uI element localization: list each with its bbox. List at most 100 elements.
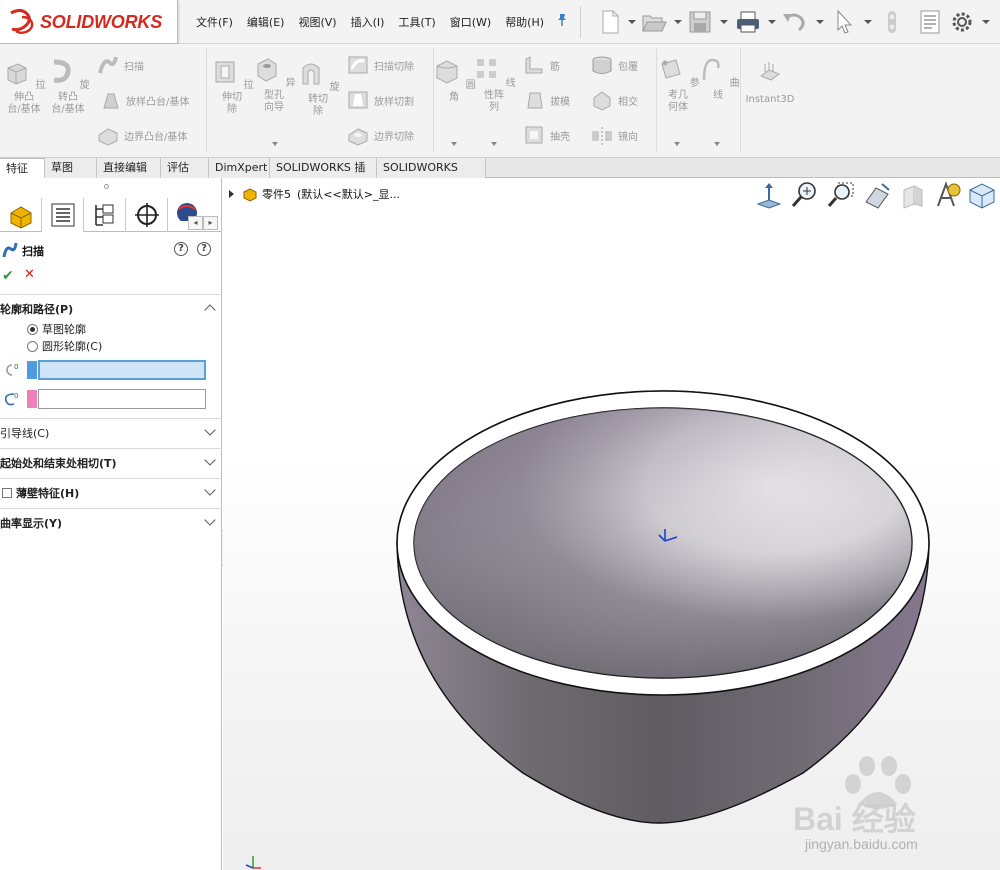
section-view-icon[interactable] [898,180,928,210]
radio-unselected-icon[interactable] [27,340,38,352]
solidworks-logo[interactable]: SOLIDWORKS [0,0,178,44]
menu-insert[interactable]: 插入(I) [351,14,385,30]
tab-sketch[interactable]: 草图 [45,158,97,178]
help-icon[interactable]: ? [197,242,211,256]
profile-path-title[interactable]: 轮廓和路径(P) [0,301,73,317]
lofted-cut-button[interactable]: 放样切割 [346,87,414,113]
swept-cut-button[interactable]: 扫描切除 [346,52,414,78]
hole-dropdown-icon[interactable] [272,142,278,146]
curvature-display-title[interactable]: 曲率显示(Y) [0,515,62,531]
shell-button[interactable]: 抽壳 [522,122,570,148]
detailed-help-icon[interactable]: ? [174,242,188,256]
mirror-button[interactable]: 镜向 [590,122,638,148]
tangency-title[interactable]: 起始处和结束处相切(T) [0,455,117,471]
print-icon[interactable] [734,8,762,36]
view-orientation-icon[interactable] [934,180,964,210]
expand-chevron-icon[interactable] [204,454,216,466]
collapse-chevron-icon[interactable] [204,304,216,316]
menu-help[interactable]: 帮助(H) [505,14,544,30]
linear-pattern-button[interactable]: 线性阵 列 [468,54,520,114]
wrap-button[interactable]: 包覆 [590,52,638,78]
expand-chevron-icon[interactable] [204,514,216,526]
feature-tree-flyout[interactable]: 零件5 (默认<<默认>_显... [229,186,400,202]
tab-dimxpert-manager[interactable] [126,198,168,232]
shell-icon [525,126,543,144]
graphics-area[interactable]: 零件5 (默认<<默认>_显... Bai 经验 jingyan.baidu.c… [223,178,1000,870]
circular-profile-option[interactable]: 圆形轮廓(C) [27,338,102,354]
loft-boss-icon [103,93,119,109]
new-dropdown-icon[interactable] [628,20,636,24]
tab-features[interactable]: 特征 [0,158,45,178]
rib-button[interactable]: 筋 [522,52,560,78]
pin-icon[interactable] [555,13,569,27]
tab-property-manager[interactable] [42,198,84,232]
thin-feature-section[interactable]: 薄壁特征(H) [0,478,222,508]
open-dropdown-icon[interactable] [674,20,682,24]
tangency-section[interactable]: 起始处和结束处相切(T) [0,448,222,478]
tab-solidworks-addins[interactable]: SOLIDWORKS 插件 [270,158,377,193]
new-document-icon[interactable] [596,8,624,36]
tab-solidworks-mbd[interactable]: SOLIDWORKS MBD [377,158,486,193]
triad-icon [245,856,261,869]
cancel-button[interactable]: ✕ [24,267,35,282]
previous-view-icon[interactable] [862,180,892,210]
intersect-button[interactable]: 相交 [590,87,638,113]
scroll-right-icon[interactable]: ▸ [203,216,218,230]
zoom-to-fit-icon[interactable] [790,180,820,210]
save-dropdown-icon[interactable] [720,20,728,24]
menu-tools[interactable]: 工具(T) [398,14,435,30]
undo-dropdown-icon[interactable] [816,20,824,24]
sweep-button[interactable]: 扫描 [96,52,144,78]
tab-direct-editing[interactable]: 直接编辑 [97,158,161,178]
options-dropdown-icon[interactable] [982,20,990,24]
select-dropdown-icon[interactable] [864,20,872,24]
instant3d-button[interactable]: Instant3D [742,58,798,106]
scroll-left-icon[interactable]: ◂ [188,216,203,230]
file-properties-icon[interactable] [916,8,944,36]
curves-dropdown-icon[interactable] [714,142,720,146]
pattern-dropdown-icon[interactable] [491,142,497,146]
guide-curves-title[interactable]: 引导线(C) [0,425,49,441]
bowl-model[interactable] [383,353,943,833]
rebuild-icon[interactable] [878,8,906,36]
draft-button[interactable]: 拔模 [522,87,570,113]
ok-button[interactable]: ✔ [2,268,14,284]
boundary-boss-button[interactable]: 边界凸台/基体 [96,122,187,148]
display-style-icon[interactable] [966,180,996,210]
open-icon[interactable] [640,8,668,36]
path-selection-box[interactable] [38,389,206,409]
undo-icon[interactable] [780,8,808,36]
expand-arrow-icon[interactable] [229,190,234,198]
print-dropdown-icon[interactable] [768,20,776,24]
expand-chevron-icon[interactable] [204,424,216,436]
menu-view[interactable]: 视图(V) [298,14,336,30]
guide-curves-section[interactable]: 引导线(C) [0,418,222,448]
tab-dimxpert[interactable]: DimXpert [209,158,270,178]
curves-button[interactable]: 曲线 [692,54,744,102]
reference-dropdown-icon[interactable] [674,142,680,146]
panel-grip[interactable] [104,184,109,189]
curvature-display-section[interactable]: 曲率显示(Y) [0,508,222,538]
thin-feature-title[interactable]: 薄壁特征(H) [2,485,79,501]
menu-file[interactable]: 文件(F) [196,14,233,30]
radio-selected-icon[interactable] [27,323,38,335]
select-icon[interactable] [830,8,858,36]
tab-feature-manager[interactable] [0,198,42,232]
sketch-profile-option[interactable]: 草图轮廓 [27,321,86,337]
boundary-cut-button[interactable]: 边界切除 [346,122,414,148]
menu-window[interactable]: 窗口(W) [450,14,491,30]
expand-chevron-icon[interactable] [204,484,216,496]
revolve-cut-button[interactable]: 旋转切 除 [292,58,344,118]
zoom-to-area-icon[interactable] [826,180,856,210]
profile-selection-box[interactable] [38,360,206,380]
save-icon[interactable] [686,8,714,36]
menu-edit[interactable]: 编辑(E) [247,14,285,30]
tab-configuration-manager[interactable] [84,198,126,232]
thin-feature-checkbox[interactable] [2,488,12,498]
fillet-dropdown-icon[interactable] [451,142,457,146]
revolve-boss-button[interactable]: 旋转凸 台/基体 [42,56,94,116]
tab-evaluate[interactable]: 评估 [161,158,209,178]
options-gear-icon[interactable] [948,8,976,36]
loft-boss-button[interactable]: 放样凸台/基体 [98,87,189,113]
view-normal-to-icon[interactable] [754,180,784,210]
